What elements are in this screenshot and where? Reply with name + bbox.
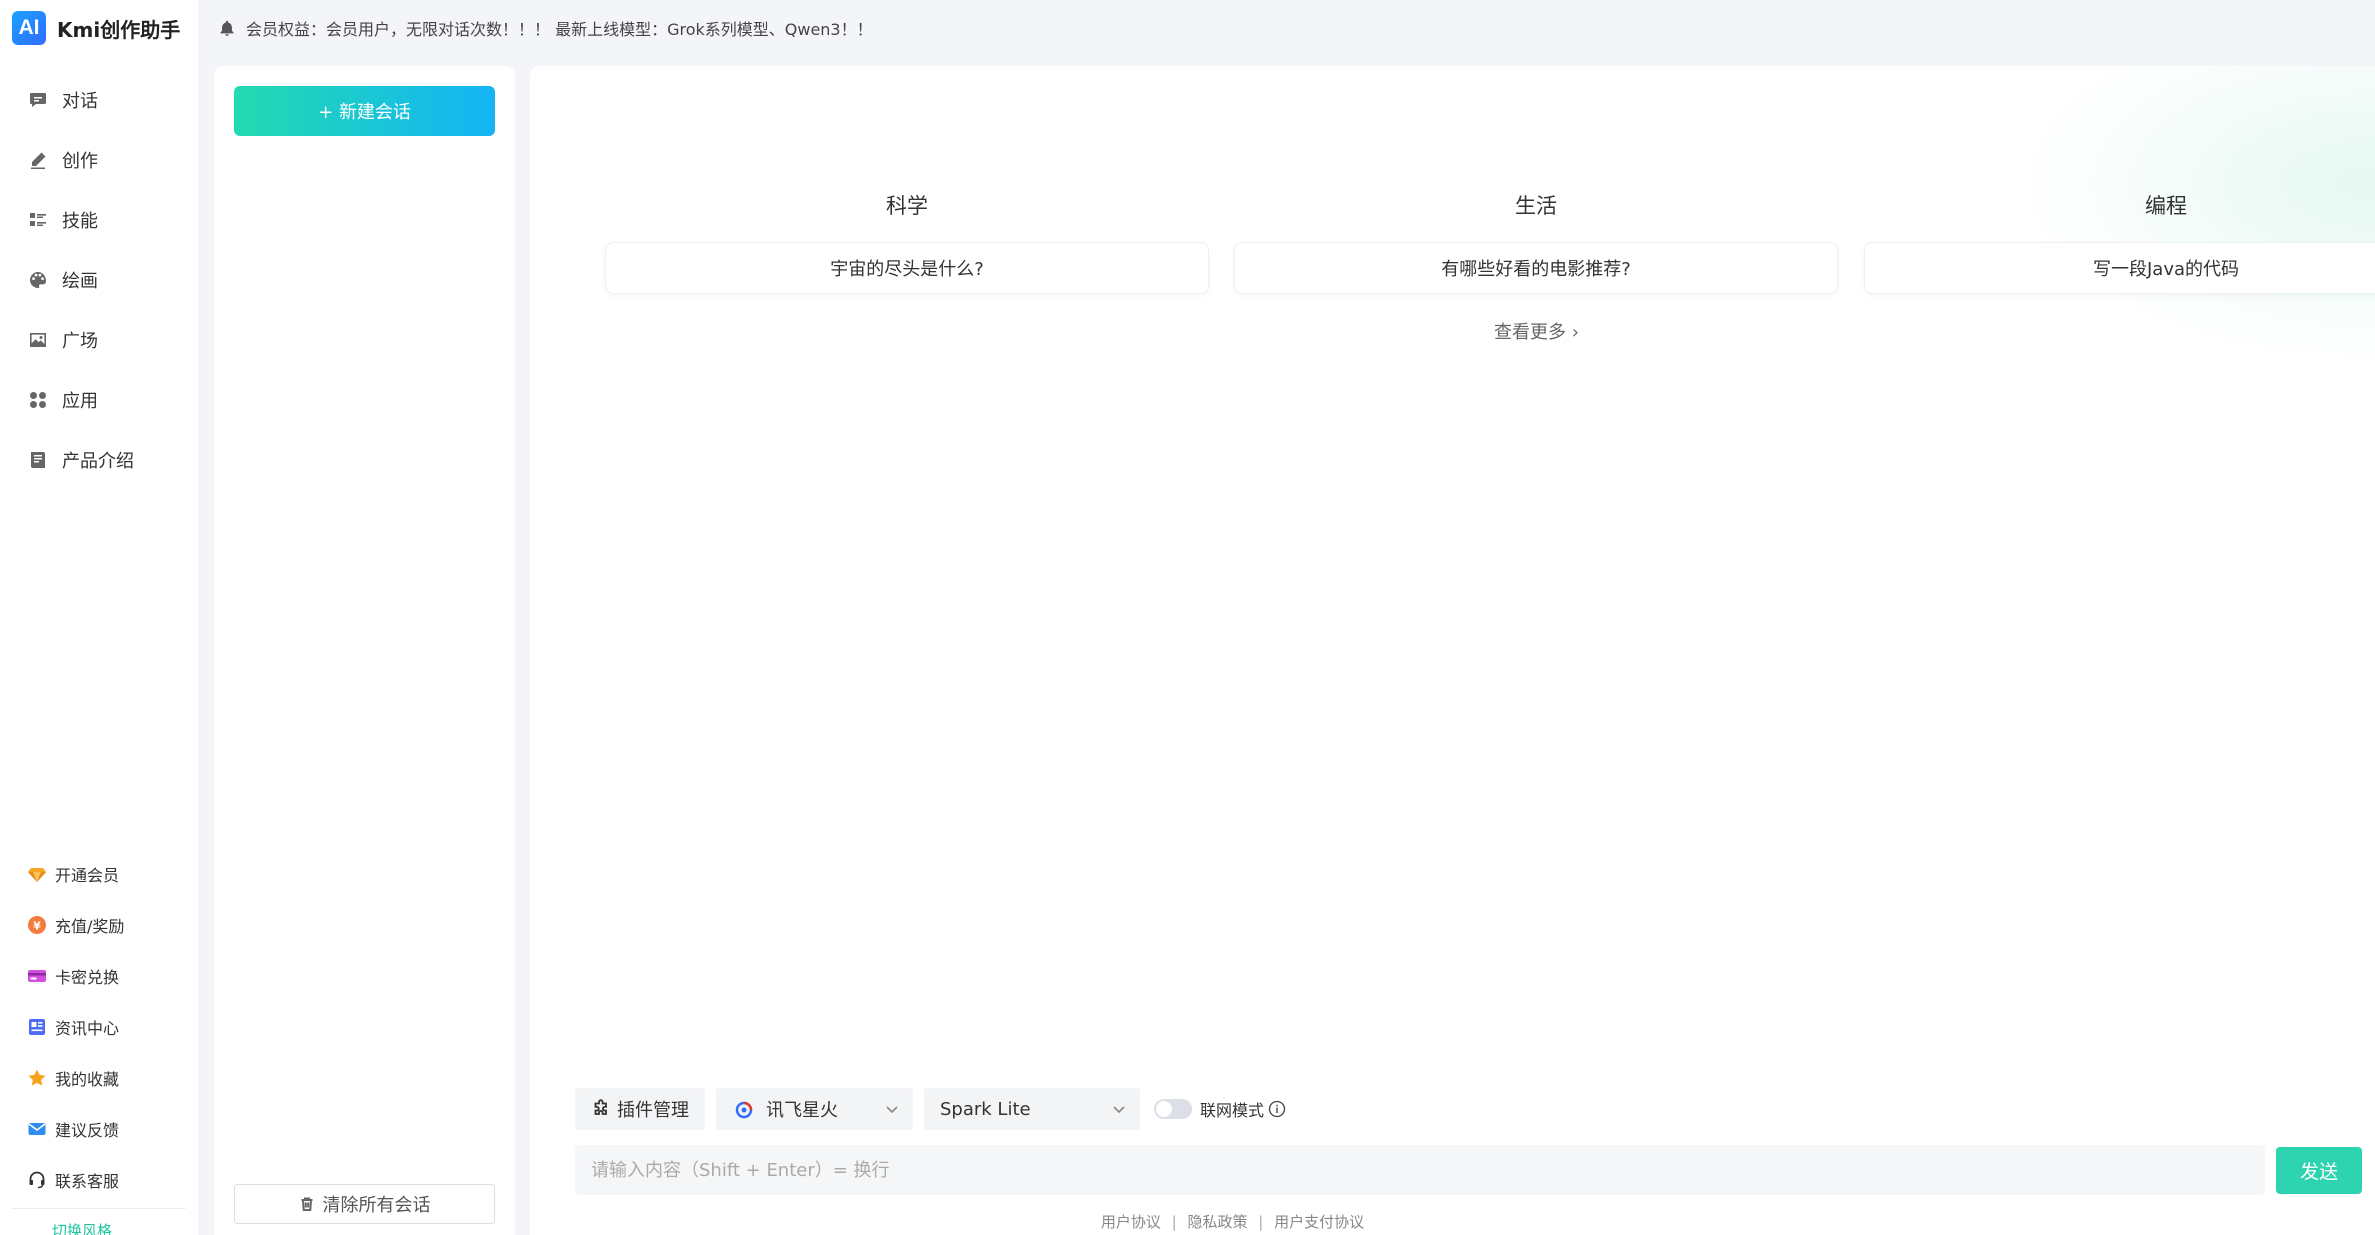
category-title: 编程 [2145, 194, 2187, 218]
nav-item-label: 产品介绍 [62, 451, 134, 472]
nav-item-label: 卡密兑换 [55, 967, 120, 987]
apps-icon [30, 392, 46, 408]
footer-links: 用户协议 | 隐私政策 | 用户支付协议 [310, 1211, 2155, 1232]
new-chat-button[interactable]: + 新建会话 [234, 86, 495, 136]
nav-item-apps[interactable]: 应用 [0, 370, 198, 430]
svg-text:¥: ¥ [33, 919, 41, 932]
puzzle-icon [594, 1099, 607, 1115]
nav-bottom: 开通会员 ¥ 充值/奖励 卡密兑换 资讯中心 我的收藏 建议反馈 联系客服 [0, 848, 198, 1205]
web-mode-control: 联网模式 [1154, 1097, 1286, 1121]
nav-item-label: 联系客服 [55, 1171, 120, 1191]
chat-input[interactable] [575, 1145, 2265, 1195]
nav-item-label: 技能 [62, 211, 98, 232]
web-mode-label: 联网模式 [1200, 1101, 1265, 1120]
nav-item-membership[interactable]: 开通会员 [0, 848, 198, 899]
nav-item-recharge[interactable]: ¥ 充值/奖励 [0, 899, 198, 950]
nav-item-label: 绘画 [62, 271, 98, 292]
payment-agreement-link[interactable]: 用户支付协议 [1274, 1213, 1364, 1231]
footer-separator: | [1258, 1213, 1264, 1231]
prompt-card[interactable]: 有哪些好看的电影推荐? [1234, 242, 1838, 294]
nav-item-support[interactable]: 联系客服 [0, 1154, 198, 1205]
card-icon [27, 966, 47, 986]
nav-item-product-intro[interactable]: 产品介绍 [0, 430, 198, 490]
category-life: 生活 有哪些好看的电影推荐? [1234, 186, 1838, 294]
book-icon [31, 452, 45, 468]
nav-item-label: 建议反馈 [55, 1120, 120, 1140]
user-agreement-link[interactable]: 用户协议 [1101, 1213, 1161, 1231]
left-nav: AI Kmi创作助手 对话 创作 技能 绘画 广场 应用 产品介绍 开通会员 ¥… [0, 0, 198, 1235]
bell-icon [220, 20, 234, 36]
privacy-policy-link[interactable]: 隐私政策 [1187, 1213, 1247, 1231]
nav-item-label: 对话 [62, 91, 98, 112]
nav-item-skills[interactable]: 技能 [0, 190, 198, 250]
nav-item-label: 开通会员 [55, 865, 120, 885]
provider-value: 讯飞星火 [766, 1100, 838, 1121]
web-mode-toggle[interactable] [1154, 1099, 1192, 1119]
nav-item-label: 充值/奖励 [55, 916, 125, 936]
conversation-panel: + 新建会话 清除所有会话 [214, 66, 515, 1235]
category-programming: 编程 写一段Java的代码 [1864, 186, 2375, 294]
chat-icon [30, 93, 46, 107]
chevron-right-icon: › [1571, 322, 1579, 343]
chevron-down-icon [1113, 1106, 1125, 1114]
footer-separator: | [1171, 1213, 1177, 1231]
star-icon [27, 1068, 47, 1088]
news-icon [27, 1017, 47, 1037]
notice-bar: 会员权益：会员用户，无限对话次数！！！ 最新上线模型：Grok系列模型、Qwen… [218, 16, 873, 40]
nav-item-label: 我的收藏 [55, 1069, 120, 1089]
spark-logo-icon [735, 1101, 753, 1119]
send-button[interactable]: 发送 [2276, 1147, 2362, 1194]
chevron-down-icon [886, 1106, 898, 1114]
category-title: 生活 [1515, 194, 1557, 218]
plugin-manage-button[interactable]: 插件管理 [575, 1088, 705, 1130]
diamond-icon [27, 864, 47, 884]
mail-icon [27, 1119, 47, 1139]
nav-item-card-redeem[interactable]: 卡密兑换 [0, 950, 198, 1001]
model-value: Spark Lite [940, 1098, 1031, 1120]
brand-name: Kmi创作助手 [57, 17, 181, 42]
nav-item-chat[interactable]: 对话 [0, 70, 198, 130]
nav-divider [12, 1208, 186, 1209]
nav-item-favorites[interactable]: 我的收藏 [0, 1052, 198, 1103]
nav-list: 对话 创作 技能 绘画 广场 应用 产品介绍 [0, 70, 198, 490]
prompt-card[interactable]: 宇宙的尽头是什么? [605, 242, 1209, 294]
nav-item-create[interactable]: 创作 [0, 130, 198, 190]
nav-item-drawing[interactable]: 绘画 [0, 250, 198, 310]
headset-icon [27, 1170, 47, 1190]
nav-item-label: 创作 [62, 151, 98, 172]
nav-item-feedback[interactable]: 建议反馈 [0, 1103, 198, 1154]
switch-style-button[interactable]: 切换风格 [52, 1220, 112, 1235]
image-icon [30, 333, 46, 347]
nav-item-label: 资讯中心 [55, 1018, 120, 1038]
nav-item-label: 应用 [62, 391, 98, 412]
main-chat-area: 科学 宇宙的尽头是什么? 生活 有哪些好看的电影推荐? 编程 写一段Java的代… [530, 66, 2375, 1235]
prompt-card[interactable]: 写一段Java的代码 [1864, 242, 2375, 294]
plugin-manage-label: 插件管理 [617, 1100, 689, 1121]
nav-item-label: 广场 [62, 331, 98, 352]
nav-item-plaza[interactable]: 广场 [0, 310, 198, 370]
category-title: 科学 [886, 194, 928, 218]
composer-toolbar: 插件管理 讯飞星火 Spark Lite 联网模式 [575, 1088, 1286, 1130]
see-more-link[interactable]: 查看更多 › [1494, 318, 1579, 344]
pen-icon [31, 152, 46, 169]
notice-text: 会员权益：会员用户，无限对话次数！！！ 最新上线模型：Grok系列模型、Qwen… [246, 20, 873, 39]
provider-select[interactable]: 讯飞星火 [716, 1088, 913, 1130]
brand[interactable]: AI Kmi创作助手 [12, 11, 180, 45]
list-icon [30, 213, 46, 226]
nav-item-news[interactable]: 资讯中心 [0, 1001, 198, 1052]
palette-icon [30, 272, 46, 288]
coin-icon: ¥ [27, 915, 47, 935]
brand-logo: AI [12, 11, 46, 45]
category-science: 科学 宇宙的尽头是什么? [605, 186, 1209, 294]
model-select[interactable]: Spark Lite [924, 1088, 1140, 1130]
see-more-label: 查看更多 [1494, 322, 1566, 343]
info-icon[interactable] [1268, 1100, 1286, 1118]
trash-icon [301, 1197, 312, 1211]
